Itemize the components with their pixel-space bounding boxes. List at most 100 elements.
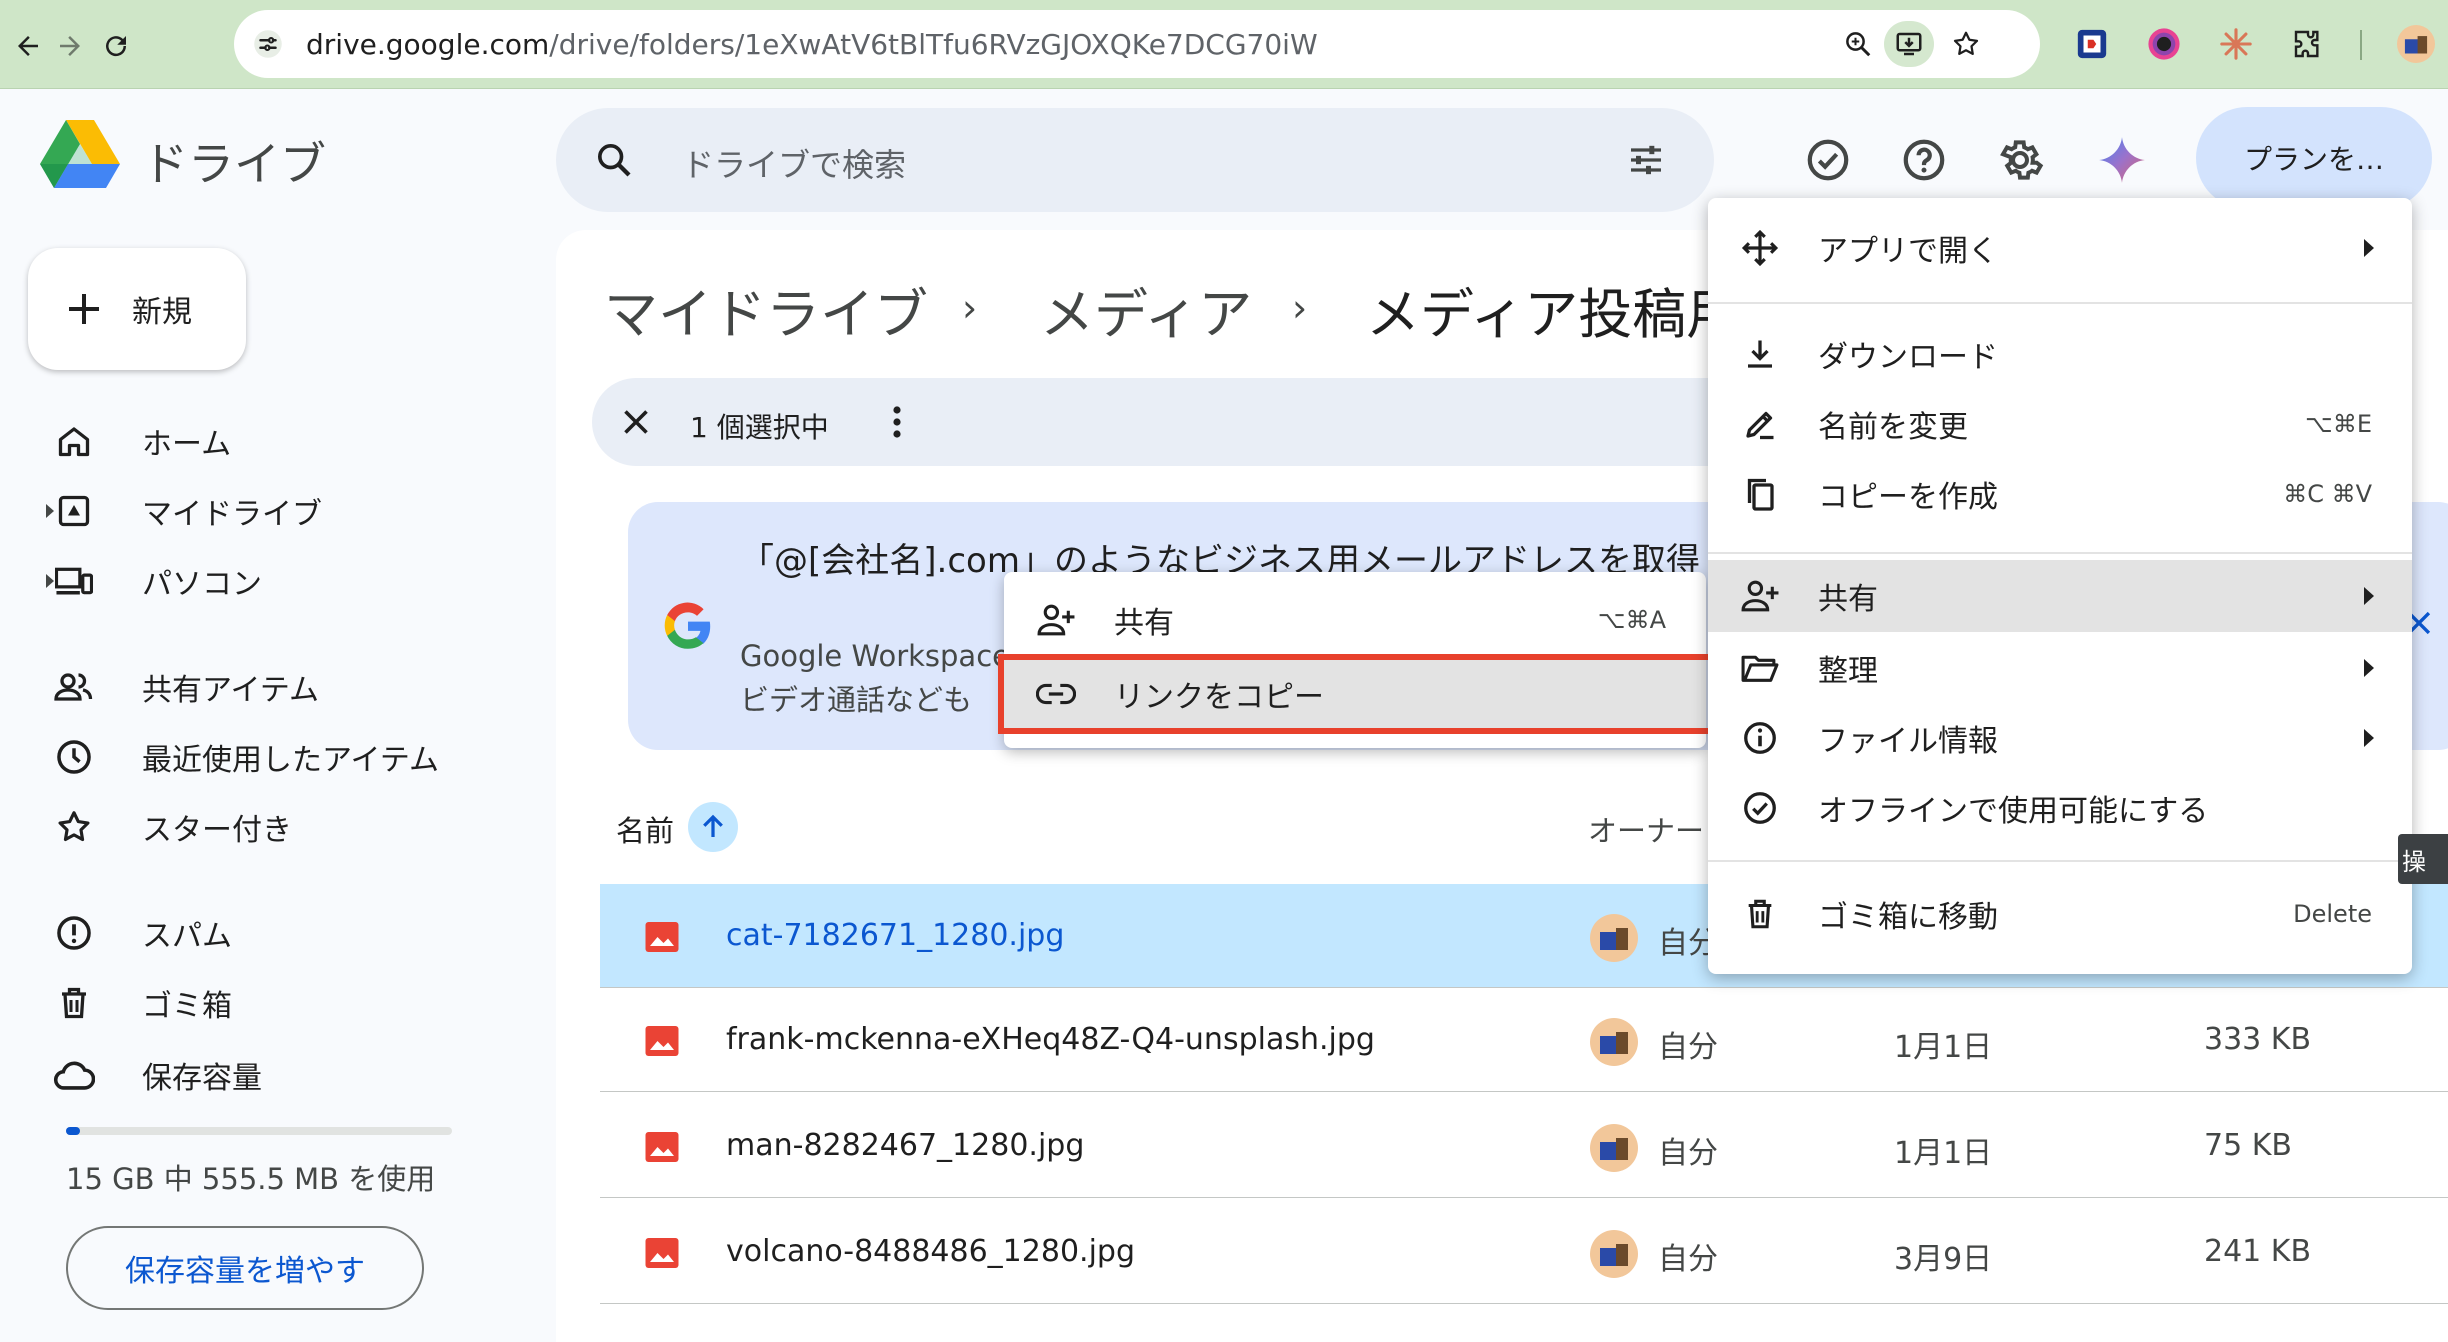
download-icon xyxy=(1730,324,1790,384)
column-header-owner[interactable]: オーナー xyxy=(1588,808,1704,850)
image-file-icon xyxy=(644,1130,680,1164)
more-actions-icon[interactable] xyxy=(890,404,904,440)
menu-item-move-to-trash[interactable]: ゴミ箱に移動 Delete xyxy=(1708,880,2412,948)
reload-icon xyxy=(106,36,127,57)
computer-icon xyxy=(50,557,98,605)
sidebar-item-shared[interactable]: 共有アイテム xyxy=(50,656,490,718)
help-icon xyxy=(1903,139,1945,181)
sidebar-item-starred[interactable]: スター付き xyxy=(50,796,490,858)
file-name: volcano-8488486_1280.jpg xyxy=(726,1234,1135,1269)
copy-icon xyxy=(1730,464,1790,524)
offline-check-icon xyxy=(1730,778,1790,838)
breadcrumb-my-drive[interactable]: マイドライブ xyxy=(604,270,928,349)
install-app-icon[interactable] xyxy=(1884,21,1934,67)
table-row[interactable]: frank-mckenna-eXHeq48Z-Q4-unsplash.jpg 自… xyxy=(600,988,2448,1092)
forward-button[interactable] xyxy=(46,22,94,70)
sidebar-item-recent[interactable]: 最近使用したアイテム xyxy=(50,726,490,788)
extensions-puzzle-icon[interactable] xyxy=(2286,22,2330,66)
breadcrumb-current-folder[interactable]: メディア投稿用 xyxy=(1366,270,1740,349)
breadcrumb-media[interactable]: メディア xyxy=(1040,270,1252,349)
menu-item-rename[interactable]: 名前を変更 ⌥⌘E xyxy=(1708,390,2412,458)
sidebar-item-storage[interactable]: 保存容量 xyxy=(50,1044,490,1106)
extension-icon-1[interactable] xyxy=(2070,22,2114,66)
sidebar-item-spam[interactable]: スパム xyxy=(50,902,490,964)
plus-icon xyxy=(69,294,99,324)
help-button[interactable] xyxy=(1894,130,1954,190)
menu-item-label: 共有 xyxy=(1818,582,1878,617)
url-text: drive.google.com/drive/folders/1eXwAtV6t… xyxy=(306,28,1318,61)
menu-item-share[interactable]: 共有 xyxy=(1708,560,2412,632)
submenu-arrow-icon xyxy=(2364,587,2374,605)
bookmark-star-icon[interactable] xyxy=(1946,24,1986,64)
search-input[interactable]: ドライブで検索 xyxy=(556,108,1714,212)
menu-item-make-offline[interactable]: オフラインで使用可能にする xyxy=(1708,774,2412,842)
menu-item-label: ダウンロード xyxy=(1818,340,1998,375)
drive-logo[interactable] xyxy=(40,118,120,190)
my-drive-icon xyxy=(50,487,98,535)
browser-toolbar: drive.google.com/drive/folders/1eXwAtV6t… xyxy=(0,0,2448,89)
menu-item-open-with[interactable]: アプリで開く xyxy=(1708,214,2412,282)
owner-avatar xyxy=(1590,1230,1638,1278)
submenu-arrow-icon xyxy=(2364,729,2374,747)
menu-item-download[interactable]: ダウンロード xyxy=(1708,320,2412,388)
offline-ready-button[interactable] xyxy=(1798,130,1858,190)
expand-caret-icon[interactable] xyxy=(46,574,54,588)
back-button[interactable] xyxy=(4,22,52,70)
new-button-label: 新規 xyxy=(132,295,192,330)
menu-divider xyxy=(1708,302,2412,304)
storage-usage-fill xyxy=(66,1127,80,1135)
new-button[interactable]: 新規 xyxy=(28,248,246,370)
promo-subtitle-line-1: Google Workspace xyxy=(740,639,1010,673)
owner-avatar xyxy=(1590,1124,1638,1172)
sidebar-item-computers[interactable]: パソコン xyxy=(46,550,490,612)
promo-subtitle-line-2: ビデオ通話なども xyxy=(740,683,973,717)
menu-item-label: コピーを作成 xyxy=(1818,480,1998,515)
spam-icon xyxy=(50,909,98,957)
zoom-icon[interactable] xyxy=(1838,24,1878,64)
sidebar-item-trash[interactable]: ゴミ箱 xyxy=(50,972,490,1034)
pencil-icon xyxy=(1730,394,1790,454)
gemini-sparkle-icon xyxy=(2099,137,2145,183)
menu-shortcut: ⌘C ⌘V xyxy=(2283,480,2372,508)
tooltip-fragment: 操 xyxy=(2398,834,2448,884)
extension-icon-2[interactable] xyxy=(2142,22,2186,66)
sidebar-item-label: マイドライブ xyxy=(142,497,322,532)
upgrade-plan-button[interactable]: プランを… xyxy=(2196,107,2432,209)
breadcrumb-chevron-icon: › xyxy=(962,286,978,330)
owner-name: 自分 xyxy=(1658,1030,1718,1065)
submenu-arrow-icon xyxy=(2364,239,2374,257)
clear-selection-close-icon[interactable] xyxy=(618,404,654,440)
modified-date: 3月9日 xyxy=(1894,1242,1993,1277)
sidebar-item-my-drive[interactable]: マイドライブ xyxy=(46,480,490,542)
sort-direction-button[interactable] xyxy=(688,802,738,852)
file-name: frank-mckenna-eXHeq48Z-Q4-unsplash.jpg xyxy=(726,1022,1375,1057)
file-size: 241 KB xyxy=(2204,1234,2312,1269)
file-size: 333 KB xyxy=(2204,1022,2312,1057)
app-title: ドライブ xyxy=(142,137,326,191)
gemini-button[interactable] xyxy=(2092,130,2152,190)
expand-caret-icon[interactable] xyxy=(46,504,54,518)
menu-item-organize[interactable]: 整理 xyxy=(1708,634,2412,702)
column-header-name[interactable]: 名前 xyxy=(616,808,674,850)
search-options-icon[interactable] xyxy=(1626,140,1666,180)
get-more-storage-button[interactable]: 保存容量を増やす xyxy=(66,1226,424,1310)
menu-item-label: 共有 xyxy=(1114,606,1174,641)
menu-item-make-copy[interactable]: コピーを作成 ⌘C ⌘V xyxy=(1708,460,2412,528)
modified-date: 1月1日 xyxy=(1894,1030,1993,1065)
menu-item-share[interactable]: 共有 ⌥⌘A xyxy=(1004,586,1706,654)
site-info-icon[interactable] xyxy=(248,24,288,64)
menu-item-label: 整理 xyxy=(1818,654,1878,689)
arrow-up-icon xyxy=(703,814,723,837)
profile-avatar[interactable] xyxy=(2394,22,2438,66)
menu-item-file-info[interactable]: ファイル情報 xyxy=(1708,704,2412,772)
file-context-menu: アプリで開く ダウンロード 名前を変更 ⌥⌘E コピーを作成 ⌘C ⌘V 共有 … xyxy=(1708,198,2412,974)
sidebar-item-home[interactable]: ホーム xyxy=(50,410,490,472)
sidebar-item-label: 共有アイテム xyxy=(142,673,319,708)
check-circle-icon xyxy=(1807,139,1849,181)
address-bar[interactable]: drive.google.com/drive/folders/1eXwAtV6t… xyxy=(234,10,2040,78)
table-row[interactable]: volcano-8488486_1280.jpg 自分 3月9日 241 KB xyxy=(600,1200,2448,1304)
extension-icon-3[interactable] xyxy=(2214,22,2258,66)
reload-button[interactable] xyxy=(92,22,140,70)
settings-button[interactable] xyxy=(1990,130,2050,190)
table-row[interactable]: man-8282467_1280.jpg 自分 1月1日 75 KB xyxy=(600,1094,2448,1198)
